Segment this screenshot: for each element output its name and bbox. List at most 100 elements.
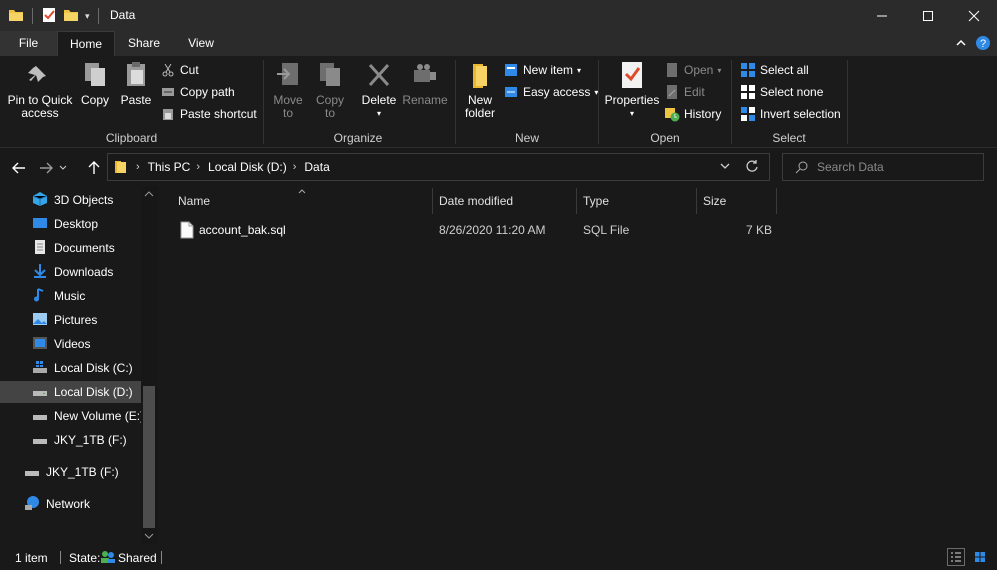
column-header-name[interactable]: Name — [172, 188, 433, 214]
nav-item-videos[interactable]: Videos — [32, 333, 90, 355]
invert-selection-button[interactable]: Invert selection — [740, 104, 841, 124]
chevron-right-icon[interactable]: › — [196, 161, 200, 173]
easy-access-icon — [503, 84, 519, 100]
properties-button[interactable]: Properties ▾ — [603, 58, 661, 120]
nav-item-documents[interactable]: Documents — [32, 237, 115, 259]
chevron-up-icon[interactable] — [144, 190, 154, 198]
select-all-button[interactable]: Select all — [740, 60, 809, 80]
copy-button[interactable]: Copy — [78, 58, 112, 107]
help-icon[interactable]: ? — [975, 35, 991, 54]
up-button[interactable] — [84, 158, 104, 178]
details-view-icon — [951, 552, 961, 562]
forward-button[interactable] — [36, 158, 56, 178]
drive-icon — [32, 431, 48, 450]
cut-button[interactable]: Cut — [160, 60, 199, 80]
file-icon — [180, 221, 194, 242]
breadcrumb-this-pc[interactable]: This PC — [148, 160, 191, 174]
arrow-right-icon — [40, 162, 53, 174]
recent-locations-button[interactable] — [56, 158, 70, 178]
nav-item-jky-1tb-f[interactable]: JKY_1TB (F:) — [32, 429, 127, 451]
new-folder-icon[interactable] — [63, 7, 79, 26]
collapse-ribbon-icon[interactable] — [955, 37, 967, 52]
edit-button[interactable]: Edit — [664, 82, 705, 102]
minimize-button[interactable] — [859, 0, 905, 31]
back-button[interactable] — [9, 158, 29, 178]
nav-item-downloads[interactable]: Downloads — [32, 261, 113, 283]
tab-home[interactable]: Home — [57, 31, 115, 56]
select-none-icon — [740, 84, 756, 100]
organize-group: Move to Copy to Delete ▾ Rename Organize — [264, 56, 452, 148]
rename-button[interactable]: Rename — [402, 58, 448, 107]
select-none-button[interactable]: Select none — [740, 82, 823, 102]
move-to-button[interactable]: Move to — [270, 58, 306, 120]
desktop-icon — [32, 215, 48, 234]
arrow-left-icon — [12, 162, 25, 174]
close-button[interactable] — [951, 0, 997, 31]
tab-share[interactable]: Share — [118, 31, 170, 56]
paste-shortcut-button[interactable]: Paste shortcut — [160, 104, 257, 124]
open-group-label: Open — [650, 131, 680, 145]
new-folder-button[interactable]: New folder — [462, 58, 498, 120]
file-row[interactable]: account_bak.sql 8/26/2020 11:20 AM SQL F… — [173, 216, 783, 244]
address-bar[interactable]: › This PC › Local Disk (D:) › Data — [107, 153, 770, 181]
delete-button[interactable]: Delete ▾ — [361, 58, 397, 120]
item-count: 1 item — [15, 551, 48, 565]
open-button[interactable]: Open ▾ — [664, 60, 721, 80]
file-size: 7 KB — [746, 223, 773, 237]
new-item-button[interactable]: New item ▾ — [503, 60, 581, 80]
pictures-icon — [32, 311, 48, 330]
state-label: State: — [69, 551, 101, 565]
nav-item-pictures[interactable]: Pictures — [32, 309, 97, 331]
chevron-right-icon: › — [136, 161, 140, 173]
column-header-date-modified[interactable]: Date modified — [433, 188, 577, 214]
copy-path-icon — [160, 84, 176, 100]
nav-item-desktop[interactable]: Desktop — [32, 213, 98, 235]
file-date-modified: 8/26/2020 11:20 AM — [439, 223, 546, 237]
search-box[interactable] — [782, 153, 984, 181]
tab-file[interactable]: File — [0, 31, 57, 56]
large-icons-view-button[interactable] — [971, 548, 989, 566]
customize-toolbar-icon[interactable]: ▾ — [85, 11, 90, 22]
nav-item-network[interactable]: Network — [24, 493, 90, 515]
breadcrumb-local-disk-d[interactable]: Local Disk (D:) — [208, 160, 287, 174]
chevron-down-icon: ▾ — [376, 109, 381, 118]
copy-icon — [79, 58, 111, 92]
nav-item-local-disk-c[interactable]: Local Disk (C:) — [32, 357, 133, 379]
column-header-size[interactable]: Size — [697, 188, 777, 214]
details-view-button[interactable] — [947, 548, 965, 566]
easy-access-button[interactable]: Easy access ▾ — [503, 82, 598, 102]
chevron-down-icon[interactable] — [144, 532, 154, 540]
large-icons-view-icon — [975, 552, 985, 562]
history-button[interactable]: History — [664, 104, 721, 124]
breadcrumb-data[interactable]: Data — [304, 160, 329, 174]
folder-icon — [114, 159, 128, 175]
nav-item-local-disk-d[interactable]: Local Disk (D:) — [0, 381, 141, 403]
rename-icon — [409, 58, 441, 92]
nav-item-new-volume-e[interactable]: New Volume (E:) — [32, 405, 144, 427]
status-divider — [161, 551, 162, 564]
paste-button[interactable]: Paste — [118, 58, 154, 107]
maximize-icon — [923, 10, 933, 21]
shared-icon — [100, 550, 116, 567]
copy-path-button[interactable]: Copy path — [160, 82, 235, 102]
refresh-icon — [746, 160, 758, 172]
nav-item-3d-objects[interactable]: 3D Objects — [32, 189, 113, 211]
state-value: Shared — [118, 551, 157, 565]
properties-icon[interactable] — [41, 7, 57, 26]
new-group: New folder New item ▾ Easy access ▾ New — [456, 56, 598, 148]
column-header-type[interactable]: Type — [577, 188, 697, 214]
pin-to-quick-access-button[interactable]: Pin to Quick access — [6, 58, 74, 120]
drive-icon — [24, 463, 40, 482]
chevron-right-icon[interactable]: › — [293, 161, 297, 173]
tab-view[interactable]: View — [175, 31, 227, 56]
address-history-button[interactable] — [719, 160, 731, 175]
windows-drive-icon — [32, 359, 48, 378]
nav-item-music[interactable]: Music — [32, 285, 85, 307]
network-icon — [24, 495, 40, 514]
refresh-button[interactable] — [745, 159, 759, 176]
navpane-scrollbar-thumb[interactable] — [143, 386, 155, 528]
search-input[interactable] — [817, 160, 977, 174]
maximize-button[interactable] — [905, 0, 951, 31]
copy-to-button[interactable]: Copy to — [312, 58, 348, 120]
nav-item-jky-1tb-f-removable[interactable]: JKY_1TB (F:) — [24, 461, 119, 483]
